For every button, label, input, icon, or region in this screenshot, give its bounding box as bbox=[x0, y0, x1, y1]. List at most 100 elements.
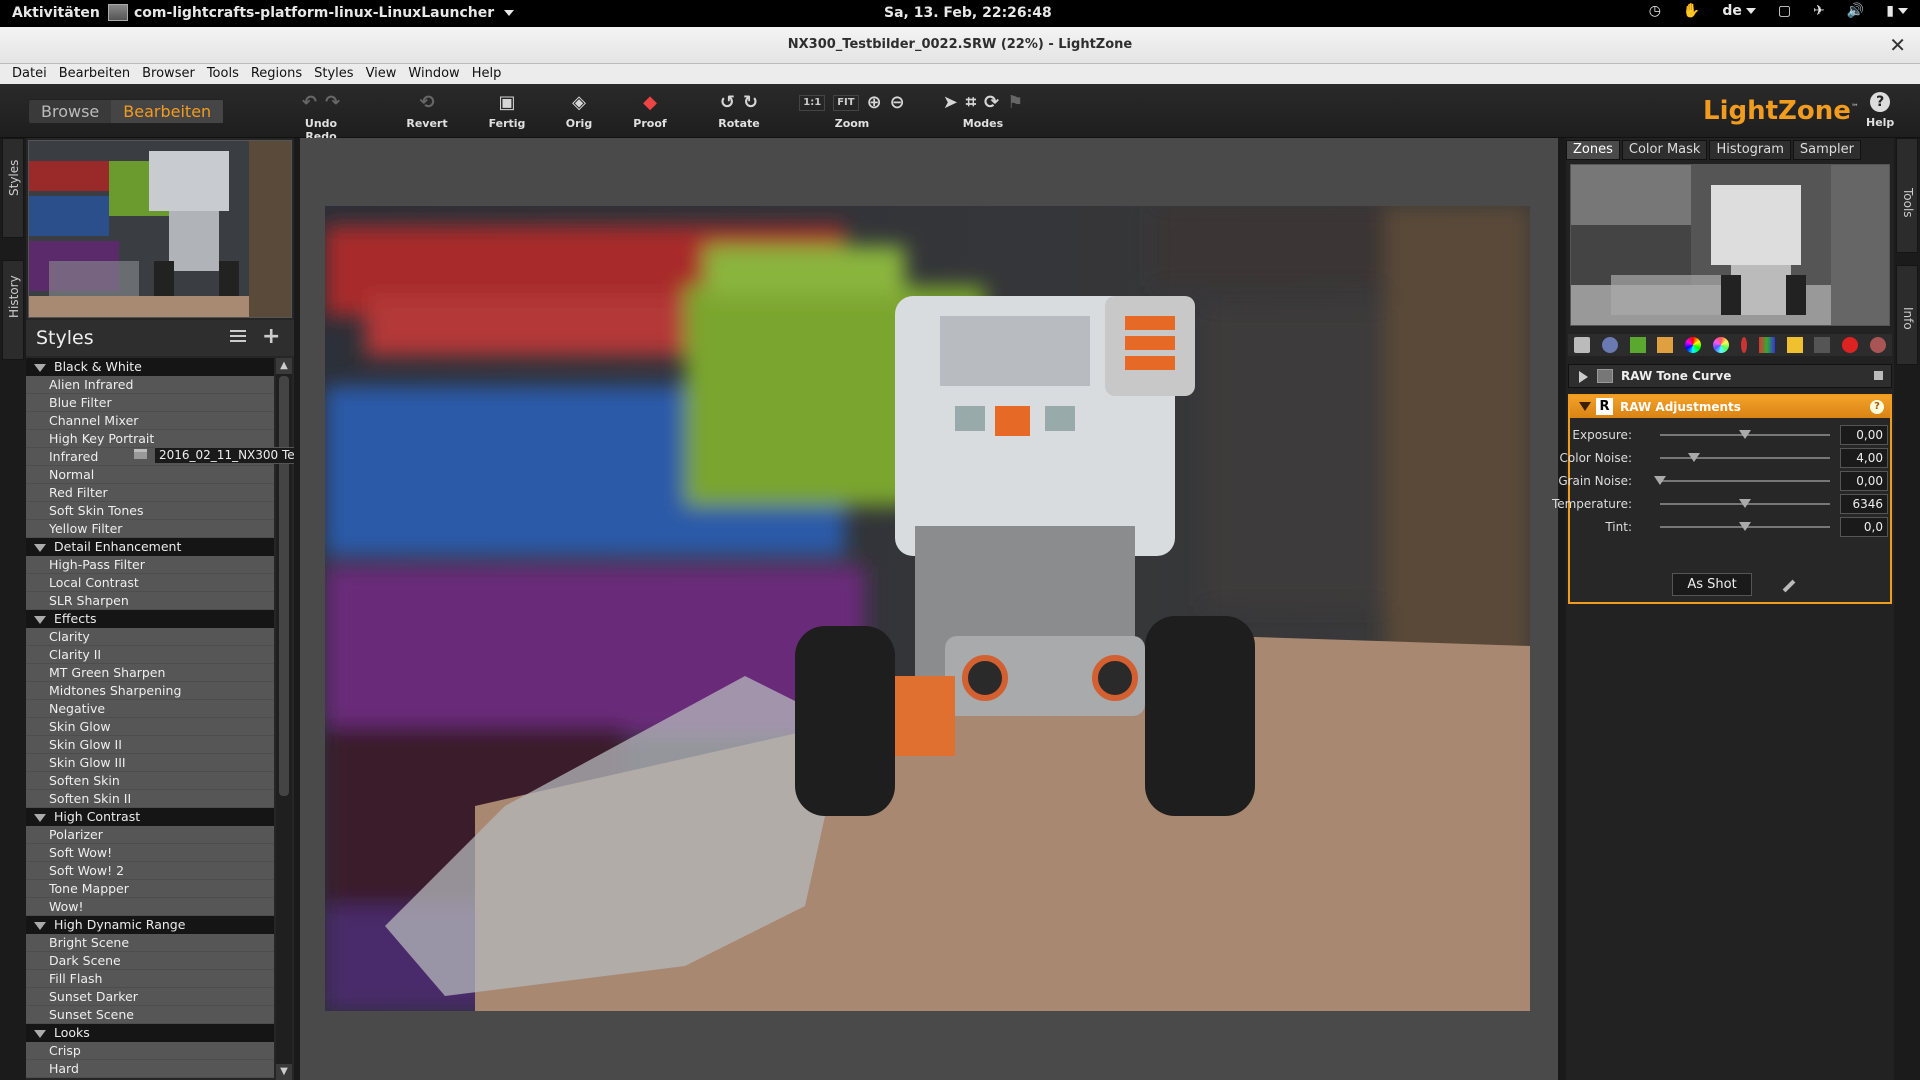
volume-icon[interactable]: 🔊 bbox=[1847, 3, 1864, 19]
slider-knob[interactable] bbox=[1688, 453, 1700, 462]
red-eye-icon[interactable] bbox=[1842, 337, 1859, 353]
style-item[interactable]: High Key Portrait bbox=[26, 430, 274, 448]
style-item[interactable]: Dark Scene bbox=[26, 952, 274, 970]
style-item[interactable]: Tone Mapper bbox=[26, 880, 274, 898]
style-item[interactable]: SLR Sharpen bbox=[26, 592, 274, 610]
menu-tools[interactable]: Tools bbox=[201, 64, 245, 84]
zone-mapper-icon[interactable] bbox=[1573, 337, 1590, 353]
channel-mixer-icon[interactable] bbox=[1758, 337, 1775, 353]
style-item[interactable]: Local Contrast bbox=[26, 574, 274, 592]
style-item[interactable]: Soft Wow! bbox=[26, 844, 274, 862]
app-menu[interactable]: com-lightcrafts-platform-linux-LinuxLaun… bbox=[108, 4, 515, 21]
zoom-fit-button[interactable]: FIT bbox=[833, 95, 859, 111]
style-item[interactable]: Skin Glow II bbox=[26, 736, 274, 754]
style-group-header[interactable]: High Contrast bbox=[26, 808, 274, 826]
style-item[interactable]: Soft Skin Tones bbox=[26, 502, 274, 520]
tab-styles[interactable]: Styles bbox=[2, 138, 24, 238]
zoom-in-icon[interactable]: ⊕ bbox=[867, 92, 882, 114]
hue-saturation-icon[interactable] bbox=[1713, 337, 1730, 353]
airplane-icon[interactable]: ✈ bbox=[1813, 3, 1825, 19]
style-item[interactable]: Midtones Sharpening bbox=[26, 682, 274, 700]
right-splitter[interactable] bbox=[1558, 138, 1564, 1080]
activities-button[interactable]: Aktivitäten bbox=[12, 5, 100, 21]
tab-sampler[interactable]: Sampler bbox=[1792, 140, 1861, 160]
style-item[interactable]: Soften Skin bbox=[26, 772, 274, 790]
slider-knob[interactable] bbox=[1739, 499, 1751, 508]
style-item[interactable]: Sunset Scene bbox=[26, 1006, 274, 1024]
slider-value-field[interactable]: 6346 bbox=[1840, 494, 1888, 514]
style-item[interactable]: Bright Scene bbox=[26, 934, 274, 952]
style-group-header[interactable]: Black & White bbox=[26, 358, 274, 376]
menu-bearbeiten[interactable]: Bearbeiten bbox=[53, 64, 136, 84]
slider-value-field[interactable]: 0,0 bbox=[1840, 517, 1888, 537]
style-item[interactable]: Polarizer bbox=[26, 826, 274, 844]
tab-zones[interactable]: Zones bbox=[1566, 140, 1620, 160]
style-item[interactable]: Channel Mixer bbox=[26, 412, 274, 430]
tone-icon[interactable] bbox=[1601, 337, 1618, 353]
scrollbar-thumb[interactable] bbox=[279, 376, 289, 796]
help-icon[interactable]: ? bbox=[1870, 400, 1884, 414]
rotate-left-icon[interactable]: ↺ bbox=[720, 92, 735, 114]
window-icon[interactable]: ▢ bbox=[1778, 3, 1791, 19]
style-group-header[interactable]: Effects bbox=[26, 610, 274, 628]
style-item[interactable]: Clarity bbox=[26, 628, 274, 646]
zone-preview[interactable] bbox=[1570, 164, 1890, 326]
accessibility-icon[interactable]: ✋ bbox=[1683, 3, 1700, 19]
style-item[interactable]: MT Green Sharpen bbox=[26, 664, 274, 682]
image-canvas[interactable] bbox=[300, 138, 1558, 1080]
close-icon[interactable]: ✕ bbox=[1889, 33, 1906, 57]
menu-help[interactable]: Help bbox=[466, 64, 508, 84]
style-item[interactable]: Blue Filter bbox=[26, 394, 274, 412]
battery-icon[interactable]: ▮ bbox=[1886, 3, 1908, 19]
zoom-out-icon[interactable]: ⊖ bbox=[890, 92, 905, 114]
menu-window[interactable]: Window bbox=[402, 64, 465, 84]
pointer-icon[interactable]: ➤ bbox=[943, 92, 958, 114]
collapse-icon[interactable] bbox=[1579, 402, 1591, 411]
raw-adjustments-header[interactable]: R RAW Adjustments ? bbox=[1570, 396, 1890, 418]
style-item[interactable]: Negative bbox=[26, 700, 274, 718]
eyedropper-icon[interactable] bbox=[1782, 579, 1796, 593]
list-icon[interactable] bbox=[230, 330, 246, 342]
menu-datei[interactable]: Datei bbox=[6, 64, 53, 84]
clock-icon[interactable]: ◷ bbox=[1649, 3, 1661, 19]
redo-icon[interactable]: ↷ bbox=[325, 92, 340, 114]
style-group-header[interactable]: Detail Enhancement bbox=[26, 538, 274, 556]
style-item[interactable]: Alien Infrared bbox=[26, 376, 274, 394]
style-item[interactable]: Skin Glow III bbox=[26, 754, 274, 772]
expand-icon[interactable] bbox=[1579, 371, 1588, 383]
sharpen-icon[interactable] bbox=[1629, 337, 1646, 353]
style-item[interactable]: Fill Flash bbox=[26, 970, 274, 988]
slider-track[interactable] bbox=[1660, 480, 1830, 482]
noise-reduction-icon[interactable] bbox=[1786, 337, 1803, 353]
style-item[interactable]: Normal bbox=[26, 466, 274, 484]
style-item[interactable]: High-Pass Filter bbox=[26, 556, 274, 574]
blur-icon[interactable] bbox=[1657, 337, 1674, 353]
style-group-header[interactable]: Looks bbox=[26, 1024, 274, 1042]
orig-button[interactable]: ◈ Orig bbox=[556, 92, 602, 130]
proof-button[interactable]: ◆ Proof bbox=[627, 92, 673, 130]
style-item[interactable]: Hard bbox=[26, 1060, 274, 1078]
tab-color-mask[interactable]: Color Mask bbox=[1621, 140, 1708, 160]
clone-icon[interactable] bbox=[1870, 337, 1887, 353]
style-item[interactable]: Soft Wow! 2 bbox=[26, 862, 274, 880]
style-list-scrollbar[interactable]: ▲ ▼ bbox=[276, 358, 292, 1080]
style-group-header[interactable]: High Dynamic Range bbox=[26, 916, 274, 934]
keyboard-language[interactable]: de bbox=[1722, 3, 1756, 19]
style-item[interactable]: Wow! bbox=[26, 898, 274, 916]
menu-styles[interactable]: Styles bbox=[308, 64, 359, 84]
white-balance-icon[interactable] bbox=[1740, 337, 1747, 353]
help-button[interactable]: ? Help bbox=[1866, 92, 1894, 129]
lock-icon[interactable] bbox=[1874, 371, 1883, 380]
tab-info[interactable]: Info bbox=[1896, 265, 1918, 365]
slider-knob[interactable] bbox=[1654, 476, 1666, 485]
style-item[interactable]: Clarity II bbox=[26, 646, 274, 664]
zoom-1-1-button[interactable]: 1:1 bbox=[799, 95, 826, 111]
crop-icon[interactable]: ⌗ bbox=[966, 92, 976, 114]
slider-knob[interactable] bbox=[1739, 522, 1751, 531]
menu-view[interactable]: View bbox=[360, 64, 403, 84]
done-button[interactable]: ▣ Fertig bbox=[484, 92, 530, 130]
style-item[interactable]: Soften Skin II bbox=[26, 790, 274, 808]
style-item[interactable]: Red Filter bbox=[26, 484, 274, 502]
add-style-icon[interactable]: + bbox=[262, 324, 280, 349]
slider-value-field[interactable]: 4,00 bbox=[1840, 448, 1888, 468]
